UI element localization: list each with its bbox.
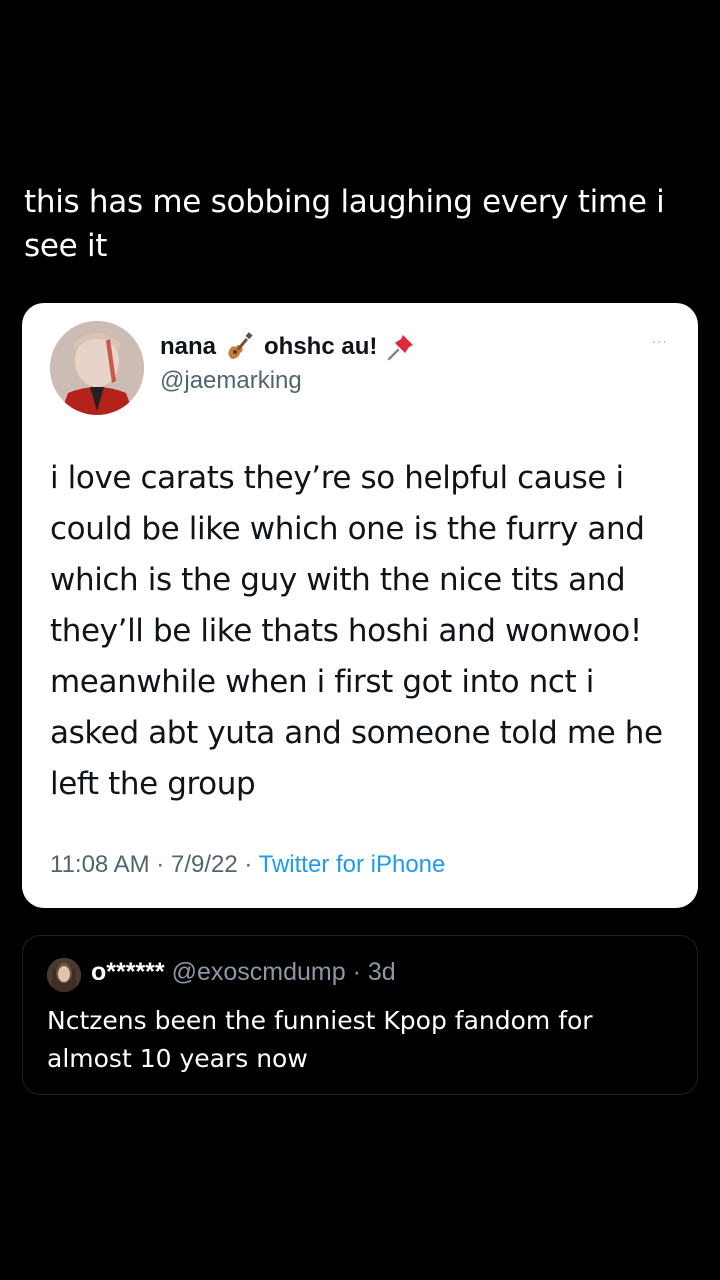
reply-author-name[interactable]: o****** xyxy=(91,958,165,986)
author-name-part2: ohshc au! xyxy=(264,333,378,360)
pushpin-icon xyxy=(385,331,417,363)
author-name[interactable]: nana ohshc au! xyxy=(160,331,417,363)
tweet-text: i love carats they’re so helpful cause i… xyxy=(50,460,663,802)
author-name-part1: nana xyxy=(160,333,217,360)
author-avatar[interactable] xyxy=(50,321,144,415)
post-caption: this has me sobbing laughing every time … xyxy=(24,184,665,264)
tweet-meta: 11:08 AM · 7/9/22 · Twitter for iPhone xyxy=(50,851,445,879)
reply-card[interactable]: o****** @exoscmdump · 3d Nctzens been th… xyxy=(22,935,698,1095)
reply-avatar[interactable] xyxy=(47,958,81,992)
tweet-card[interactable]: nana ohshc au! @jaemarking ··· i love ca… xyxy=(22,303,698,908)
tweet-source-link[interactable]: Twitter for iPhone xyxy=(259,851,446,878)
meta-separator: · xyxy=(156,851,165,878)
meta-separator: · xyxy=(244,851,253,878)
author-handle[interactable]: @jaemarking xyxy=(160,367,302,395)
reply-author-handle[interactable]: @exoscmdump xyxy=(172,958,346,986)
reply-text: Nctzens been the funniest Kpop fandom fo… xyxy=(47,1006,593,1073)
tweet-time[interactable]: 11:08 AM xyxy=(50,851,150,878)
reply-header: o****** @exoscmdump · 3d xyxy=(91,958,396,987)
tweet-date[interactable]: 7/9/22 xyxy=(171,851,238,878)
reply-age: 3d xyxy=(367,958,396,986)
more-options-icon[interactable]: ··· xyxy=(652,335,668,351)
reply-separator: · xyxy=(352,958,361,986)
guitar-icon xyxy=(224,331,256,363)
